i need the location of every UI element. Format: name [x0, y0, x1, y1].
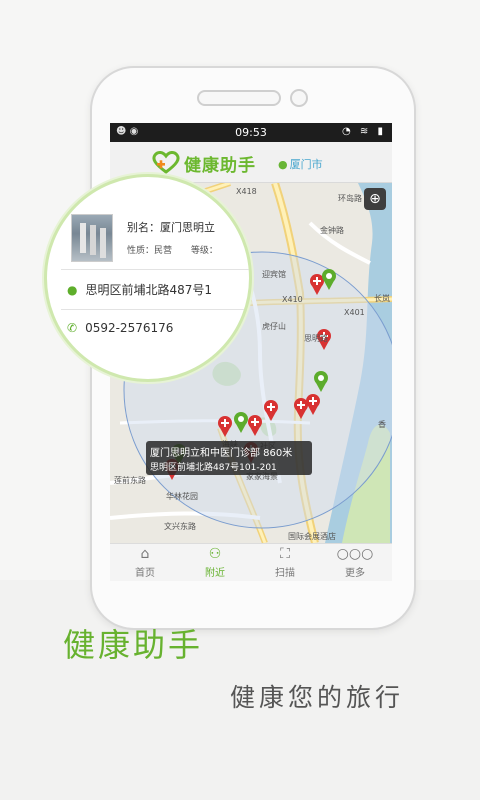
bottom-tab-bar: ⌂ 首页 ⚇ 附近 ⛶ 扫描 ○○○ 更多	[110, 543, 392, 581]
clinic-level: 等级：	[190, 246, 218, 256]
map-label-wenxing: 文兴东路	[164, 522, 196, 531]
map-label-xiang: 香	[378, 420, 386, 429]
system-icons: ◔ ≋ ▮	[342, 126, 386, 137]
location-pin-icon: ●	[67, 283, 78, 297]
slogan-title: 健康助手	[63, 626, 204, 664]
phone-speaker	[197, 90, 281, 106]
location-pin-icon: ●	[278, 158, 288, 171]
map-label-hualin: 华林花园	[166, 492, 198, 501]
map-label-lianqian: 莲前东路	[114, 476, 146, 485]
person-icon: ⚇	[208, 546, 222, 562]
map-label-x410: X410	[282, 295, 303, 304]
tab-nearby-label: 附近	[205, 568, 225, 579]
clinic-phone: 0592-2576176	[85, 321, 174, 335]
map-label-x418: X418	[236, 187, 257, 196]
home-icon: ⌂	[140, 546, 150, 562]
map-popup[interactable]: 厦门思明立和中医门诊部 860米 思明区前埔北路487号101-201	[146, 441, 312, 475]
tab-scan-label: 扫描	[275, 568, 295, 579]
clinic-nature: 性质：民营	[127, 246, 173, 256]
clinic-alias: 别名：厦门思明立	[127, 221, 215, 234]
locate-button[interactable]: ⊕	[364, 188, 386, 210]
divider	[61, 309, 249, 310]
tab-more[interactable]: ○○○ 更多	[320, 544, 390, 581]
tab-home[interactable]: ⌂ 首页	[110, 544, 180, 581]
map-label-x401: X401	[344, 308, 365, 317]
status-bar: ☻ ◉ 09:53 ◔ ≋ ▮	[110, 123, 392, 142]
clinic-photo	[71, 214, 113, 262]
popup-address: 思明区前埔北路487号101-201	[150, 463, 277, 473]
slogan-subtitle: 健康您的旅行	[230, 683, 405, 712]
map-label-simingnanlu: 思明路	[304, 334, 328, 343]
city-label: 厦门市	[289, 158, 323, 171]
address-row[interactable]: ● 思明区前埔北路487号1	[67, 281, 212, 298]
city-selector[interactable]: ● 厦门市	[278, 156, 323, 172]
tab-more-label: 更多	[345, 568, 365, 579]
crosshair-icon: ⊕	[369, 191, 381, 207]
detail-magnifier[interactable]: 别名：厦门思明立 性质：民营 等级： ● 思明区前埔北路487号1 ✆ 0592-2…	[44, 174, 252, 382]
popup-title: 厦门思明立和中医门诊部 860米	[150, 448, 293, 459]
phone-icon: ✆	[67, 321, 78, 335]
map-label-yingbinguan: 迎宾馆	[262, 270, 286, 279]
map-label-changlan: 长岚	[374, 294, 390, 303]
tab-nearby[interactable]: ⚇ 附近	[180, 544, 250, 581]
tab-home-label: 首页	[135, 568, 155, 579]
clinic-meta: 性质：民营 等级：	[127, 243, 234, 256]
map-label-huizhan: 国际会展酒店	[288, 532, 336, 541]
phone-row[interactable]: ✆ 0592-2576176	[67, 321, 173, 335]
tab-scan[interactable]: ⛶ 扫描	[250, 544, 320, 581]
divider	[61, 269, 249, 270]
app-title: 健康助手	[184, 156, 256, 176]
map-label-jinzhonglu: 金钟路	[320, 226, 344, 235]
phone-camera	[290, 89, 308, 107]
scan-icon: ⛶	[280, 546, 290, 562]
map-label-hujiashan: 虎仔山	[262, 322, 286, 331]
more-icon: ○○○	[336, 546, 374, 562]
map-label-huandao: 环岛路	[338, 194, 362, 203]
heart-logo-icon	[152, 151, 180, 174]
clinic-address: 思明区前埔北路487号1	[85, 283, 213, 297]
